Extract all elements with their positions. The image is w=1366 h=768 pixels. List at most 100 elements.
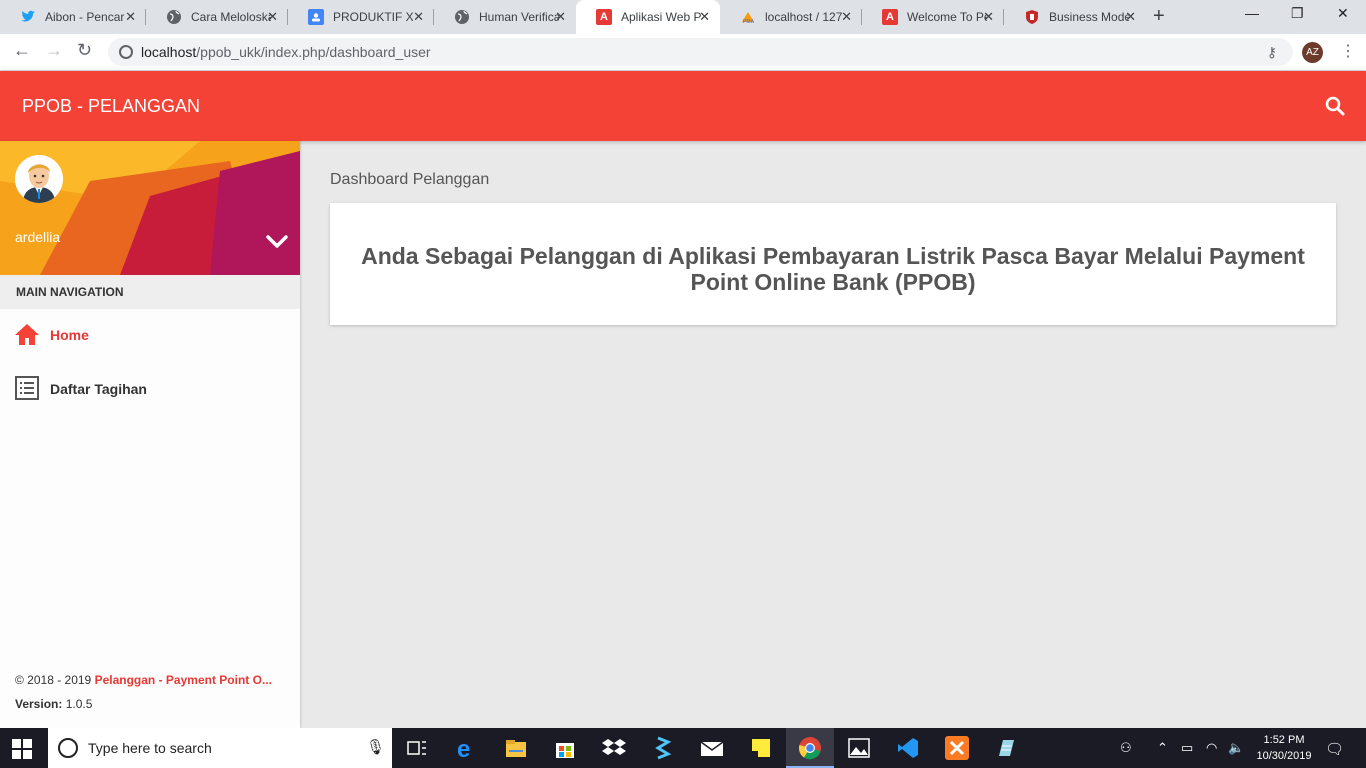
back-arrow-icon[interactable]: ← [13,40,31,61]
user-info-panel: ardellia [0,141,300,275]
sidebar: ardellia MAIN NAVIGATION Home Daftar Tag… [0,141,300,728]
browser-tab[interactable]: A Welcome To Pe ✕ [862,0,1004,34]
browser-tab[interactable]: Aibon - Pencar ✕ [0,0,146,34]
chrome-icon[interactable] [798,736,822,760]
copyright-text: © 2018 - 2019 [15,673,95,687]
mail-icon[interactable] [700,736,724,760]
notepad-icon[interactable] [994,736,1018,760]
people-icon[interactable]: ⚇ [1120,740,1132,756]
svg-text:PMA: PMA [743,19,755,24]
browser-tab-title: Business Mode [1049,10,1129,24]
browser-tab[interactable]: Cara Meloloskan ✕ [146,0,288,34]
close-icon[interactable]: ✕ [699,9,710,25]
sublime-icon[interactable] [651,736,675,760]
taskbar-search-box[interactable]: Type here to search 🎙 [48,728,392,768]
app-header: PPOB - PELANGGAN [0,71,1366,141]
browser-tab-title: Welcome To Pe [907,10,987,24]
windows-taskbar: Type here to search 🎙 e ⚇ ⌃ ▭ ◠ 🔈 1:52 P… [0,728,1366,768]
url-host: localhost [141,44,197,60]
sidebar-item-home[interactable]: Home [0,311,300,359]
windows-start-icon[interactable] [12,739,32,759]
browser-tab[interactable]: PMA localhost / 127 ✕ [720,0,862,34]
close-icon[interactable]: ✕ [841,9,852,25]
browser-tab-title: localhost / 127 [765,10,843,24]
app-a-icon: A [882,9,898,25]
app-title[interactable]: PPOB - PELANGGAN [22,96,200,117]
file-explorer-icon[interactable] [504,736,528,760]
globe-icon [454,9,470,25]
phpmyadmin-icon: PMA [740,9,756,25]
reload-icon[interactable]: ↻ [77,40,92,61]
close-icon[interactable]: ✕ [1125,9,1136,25]
version-label: Version: [15,697,63,711]
sidebar-footer-copyright: © 2018 - 2019 Pelanggan - Payment Point … [15,673,272,687]
chevron-down-icon[interactable] [266,235,288,249]
sidebar-item-label: Daftar Tagihan [50,381,147,397]
sticky-notes-icon[interactable] [749,736,773,760]
search-icon[interactable] [1324,95,1346,117]
edge-icon[interactable]: e [455,736,479,763]
menu-dots-icon[interactable]: ⋮ [1340,41,1356,61]
clock-time: 1:52 PM [1263,734,1305,746]
taskbar-clock[interactable]: 1:52 PM 10/30/2019 [1248,732,1320,764]
browser-tab-title: PRODUKTIF XII [333,10,413,24]
dropbox-icon[interactable] [602,736,626,760]
twitter-icon [20,9,36,25]
close-icon[interactable]: ✕ [125,9,136,25]
browser-tab[interactable]: Human Verificat ✕ [434,0,576,34]
site-info-icon[interactable] [119,45,133,59]
footer-brand-link[interactable]: Pelanggan - Payment Point O... [95,673,272,687]
globe-icon [166,9,182,25]
browser-toolbar: ← → ↻ localhost/ppob_ukk/index.php/dashb… [0,34,1366,71]
cortana-icon [58,738,78,758]
key-icon[interactable]: ⚷ [1267,44,1277,61]
close-icon[interactable]: ✕ [267,9,278,25]
taskbar-search-placeholder: Type here to search [88,740,212,756]
close-icon[interactable]: ✕ [555,9,566,25]
browser-tab-title: Aibon - Pencar [45,10,125,24]
chevron-up-icon[interactable]: ⌃ [1157,740,1168,756]
forward-arrow-icon[interactable]: → [45,40,63,61]
task-view-icon[interactable] [405,736,429,760]
sidebar-item-daftar-tagihan[interactable]: Daftar Tagihan [0,365,300,413]
version-value: 1.0.5 [62,697,93,711]
sidebar-footer-version: Version: 1.0.5 [15,697,92,711]
restore-icon[interactable]: ❐ [1291,5,1304,22]
list-icon [15,376,39,400]
nav-header: MAIN NAVIGATION [0,275,300,309]
app-a-icon: A [596,9,612,25]
browser-tab-strip: Aibon - Pencar ✕ Cara Meloloskan ✕ PRODU… [0,0,1366,34]
close-icon[interactable]: ✕ [413,9,424,25]
dashboard-card: Anda Sebagai Pelanggan di Aplikasi Pemba… [330,203,1336,325]
microphone-icon[interactable]: 🎙 [366,738,385,756]
browser-tab-active[interactable]: A Aplikasi Web P ✕ [576,0,720,34]
url-path: /ppob_ukk/index.php/dashboard_user [196,44,431,60]
avatar [15,155,63,203]
browser-tab-title: Human Verificat [479,10,559,24]
close-window-icon[interactable]: ✕ [1337,5,1349,22]
address-bar[interactable]: localhost/ppob_ukk/index.php/dashboard_u… [108,38,1293,66]
store-icon[interactable] [553,736,577,760]
card-heading: Anda Sebagai Pelanggan di Aplikasi Pemba… [361,243,1305,295]
photos-icon[interactable] [847,736,871,760]
close-icon[interactable]: ✕ [983,9,994,25]
minimize-icon[interactable]: — [1245,5,1259,21]
browser-tab-title: Cara Meloloskan [191,10,271,24]
wifi-icon[interactable]: ◠ [1206,740,1217,756]
volume-icon[interactable]: 🔈 [1228,740,1244,756]
profile-avatar[interactable]: AZ [1302,42,1323,63]
browser-tab[interactable]: PRODUKTIF XII ✕ [288,0,434,34]
battery-icon[interactable]: ▭ [1181,740,1193,756]
svg-text:e: e [457,736,470,760]
page-title: Dashboard Pelanggan [330,171,490,188]
notification-icon[interactable]: 🗨 [1325,740,1344,758]
clock-date: 10/30/2019 [1256,750,1312,762]
browser-tab[interactable]: Business Mode ✕ [1004,0,1146,34]
browser-tab-title: Aplikasi Web P [621,10,701,24]
vscode-icon[interactable] [896,736,920,760]
sidebar-item-label: Home [50,327,89,343]
new-tab-button[interactable]: + [1153,5,1165,28]
home-icon [15,324,39,345]
xampp-icon[interactable] [945,736,969,760]
contact-icon [308,9,324,25]
